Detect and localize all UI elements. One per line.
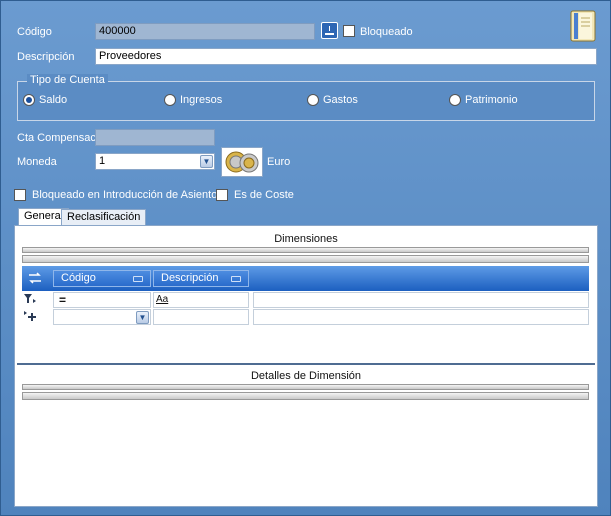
radio-patrimonio[interactable]: Patrimonio (449, 94, 518, 106)
new-row-empty-cell (253, 309, 589, 325)
filter-icon[interactable] (231, 276, 241, 282)
book-icon[interactable] (568, 9, 600, 45)
tab-reclasificacion[interactable]: Reclasificación (61, 209, 147, 226)
filter-operator[interactable]: = (59, 293, 66, 307)
bloqueado-intro-checkbox[interactable] (14, 189, 26, 201)
moneda-label: Moneda (17, 156, 57, 168)
radio-gastos-dot[interactable] (307, 94, 319, 106)
filter-icon[interactable] (133, 276, 143, 282)
new-row-icon (23, 310, 51, 323)
radio-patrimonio-dot[interactable] (449, 94, 461, 106)
column-header-descripcion[interactable]: Descripción (153, 270, 249, 287)
chevron-down-icon[interactable]: ▼ (136, 311, 149, 324)
lookup-button[interactable] (321, 22, 338, 39)
dimensiones-title: Dimensiones (274, 233, 338, 245)
radio-patrimonio-label: Patrimonio (465, 94, 518, 106)
filter-cell-empty (253, 292, 589, 308)
codigo-label: Código (17, 26, 52, 38)
codigo-field[interactable]: 400000 (95, 23, 315, 40)
column-header-descripcion-label: Descripción (161, 272, 219, 284)
chevron-down-icon[interactable]: ▼ (200, 155, 213, 168)
dimensiones-toolbar-top (22, 247, 589, 253)
euro-coins-icon (221, 147, 263, 177)
new-row-codigo-cell[interactable]: ▼ (53, 309, 151, 325)
detalles-toolbar-top (22, 384, 589, 390)
column-header-codigo[interactable]: Código (53, 270, 151, 287)
section-divider (17, 363, 595, 365)
dimensiones-toolbar (22, 255, 589, 263)
radio-gastos[interactable]: Gastos (307, 94, 358, 106)
moneda-currency-label: Euro (267, 156, 291, 168)
radio-saldo[interactable]: Saldo (23, 94, 67, 106)
bloqueado-label: Bloqueado (360, 26, 413, 38)
radio-ingresos-label: Ingresos (180, 94, 223, 106)
new-row-descripcion-cell[interactable] (153, 309, 249, 325)
column-header-codigo-label: Código (61, 272, 96, 284)
bloqueado-intro-label: Bloqueado en Introducción de Asientos (32, 189, 223, 201)
radio-saldo-dot[interactable] (23, 94, 35, 106)
tipo-cuenta-title: Tipo de Cuenta (27, 74, 108, 86)
descripcion-field[interactable]: Proveedores (95, 48, 597, 65)
moneda-select-value: 1 (99, 155, 106, 167)
detalles-title: Detalles de Dimensión (250, 370, 362, 382)
detalles-toolbar (22, 392, 589, 400)
grid-options-icon[interactable] (26, 271, 44, 285)
filter-cell-codigo[interactable]: = (53, 292, 151, 308)
lookup-icon (325, 26, 334, 35)
filter-row-icon (23, 293, 51, 306)
descripcion-label: Descripción (17, 51, 75, 63)
radio-ingresos-dot[interactable] (164, 94, 176, 106)
radio-gastos-label: Gastos (323, 94, 358, 106)
filter-cell-descripcion[interactable]: Aa (153, 292, 249, 308)
cta-compensacion-field[interactable] (95, 129, 215, 146)
es-de-coste-label: Es de Coste (234, 189, 294, 201)
moneda-select[interactable]: 1 ▼ (95, 153, 215, 170)
es-de-coste-checkbox[interactable] (216, 189, 228, 201)
radio-saldo-label: Saldo (39, 94, 68, 106)
text-filter-icon[interactable]: Aa (156, 294, 168, 305)
radio-ingresos[interactable]: Ingresos (164, 94, 222, 106)
bloqueado-checkbox[interactable] (343, 25, 355, 37)
account-window: Código 400000 Bloqueado Descripción Prov… (0, 0, 611, 516)
